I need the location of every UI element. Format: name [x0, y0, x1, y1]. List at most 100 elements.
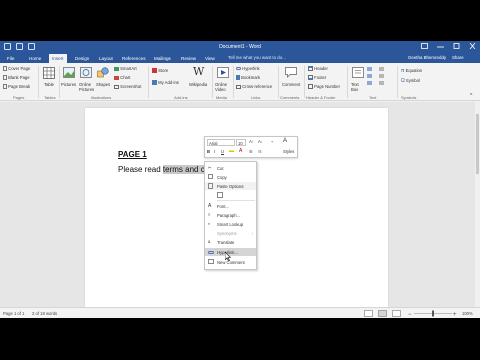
body-text: Please read — [118, 165, 163, 174]
zoom-slider-thumb[interactable] — [432, 310, 434, 317]
page-number-button[interactable]: Page Number — [308, 84, 340, 90]
font-color-icon[interactable]: A — [239, 148, 242, 154]
group-label-header-footer: Header & Footer — [306, 95, 336, 100]
table-icon — [43, 67, 55, 79]
tab-references[interactable]: References — [119, 54, 149, 63]
font-size-box[interactable]: 10 — [236, 139, 246, 146]
group-label-symbols: Symbols — [401, 95, 417, 100]
equation-button[interactable]: π Equation — [401, 68, 422, 74]
group-label-comments: Comments — [280, 95, 300, 100]
web-layout-icon[interactable] — [392, 310, 401, 317]
footer-icon — [308, 75, 313, 81]
my-addins-icon — [152, 80, 157, 86]
paste-icon — [208, 183, 213, 189]
tab-design[interactable]: Design — [72, 54, 92, 63]
svg-text:+: + — [453, 312, 457, 317]
ribbon-display-icon[interactable] — [421, 43, 428, 49]
group-label-tables: Tables — [44, 95, 56, 100]
user-name[interactable]: Geetha Bhemreddy — [408, 55, 446, 60]
vertical-scrollbar[interactable] — [475, 102, 480, 307]
close-icon[interactable] — [469, 43, 476, 49]
scrollbar-thumb[interactable] — [476, 114, 479, 174]
page-count[interactable]: Page 1 of 1 — [3, 311, 24, 316]
text-box-icon — [352, 67, 364, 78]
menu-item-cut[interactable]: ✂ Cut — [205, 164, 256, 172]
italic-button[interactable]: I — [214, 149, 215, 154]
bullets-icon[interactable]: ☰ — [249, 149, 253, 154]
view-buttons — [364, 310, 401, 317]
menu-item-synonyms[interactable]: Synonyms › — [205, 229, 256, 237]
screenshot-button[interactable]: Screenshot — [114, 84, 141, 89]
underline-button[interactable]: U — [221, 149, 224, 154]
zoom-slider[interactable]: − + — [408, 310, 458, 317]
share-button[interactable]: Share — [452, 55, 464, 60]
chart-button[interactable]: Chart — [114, 75, 130, 80]
svg-text:−: − — [408, 312, 412, 317]
comment-button[interactable]: Comment — [282, 82, 300, 87]
header-icon — [308, 66, 313, 72]
table-button[interactable]: Table — [44, 82, 54, 87]
hyperlink-button[interactable]: Hyperlink — [236, 66, 260, 71]
bookmark-button[interactable]: Bookmark — [236, 75, 260, 81]
grow-font-icon[interactable]: A↑ — [249, 139, 254, 144]
smartart-button[interactable]: SmartArt — [114, 66, 137, 71]
scissors-icon: ✂ — [208, 165, 212, 170]
shrink-font-icon[interactable]: A↓ — [258, 139, 263, 144]
word-count[interactable]: 3 of 18 words — [32, 311, 57, 316]
tab-home[interactable]: Home — [26, 54, 44, 63]
group-label-media: Media — [216, 95, 227, 100]
online-pictures-icon — [80, 67, 92, 78]
tab-insert[interactable]: Insert — [49, 54, 67, 63]
numbering-icon[interactable]: ☷ — [258, 149, 262, 154]
blank-page-button[interactable]: Blank Page — [3, 75, 30, 81]
wikipedia-button[interactable]: Wikipedia — [189, 82, 207, 87]
menu-item-paragraph[interactable]: ≡ Paragraph... — [205, 211, 256, 219]
header-button[interactable]: Header — [308, 66, 328, 72]
font-name-box[interactable]: Arial — [207, 139, 235, 146]
highlight-icon[interactable]: ▬ — [229, 148, 234, 154]
online-video-button[interactable]: Online Video — [215, 82, 231, 92]
menu-item-copy[interactable]: Copy — [205, 173, 256, 181]
minimize-icon[interactable] — [437, 43, 444, 49]
footer-button[interactable]: Footer — [308, 75, 326, 81]
store-button[interactable]: Store — [152, 68, 168, 74]
symbol-button[interactable]: Ω Symbol — [401, 78, 420, 84]
pictures-button[interactable]: Pictures — [61, 82, 76, 87]
maximize-icon[interactable] — [453, 43, 460, 49]
copy-icon — [208, 174, 213, 179]
page-break-button[interactable]: Page Break — [3, 84, 30, 90]
tab-file[interactable]: File — [4, 54, 17, 63]
group-label-addins: Add-ins — [174, 95, 188, 100]
collapse-ribbon-icon[interactable]: ^ — [470, 93, 472, 99]
format-painter-icon[interactable]: ⌁ — [271, 139, 274, 144]
styles-label[interactable]: Styles — [283, 149, 294, 154]
menu-item-translate[interactable]: a Translate — [205, 238, 256, 246]
hyperlink-icon — [208, 251, 214, 254]
tab-review[interactable]: Review — [178, 54, 199, 63]
synonyms-icon — [208, 230, 214, 236]
group-label-links: Links — [251, 95, 261, 100]
shapes-button[interactable]: Shapes — [96, 82, 110, 87]
ribbon-tabs: File Home Insert Design Layout Reference… — [0, 53, 480, 63]
cross-reference-button[interactable]: Cross-reference — [236, 84, 272, 89]
smartart-icon — [114, 66, 119, 71]
my-addins-button[interactable]: My Add-ins — [152, 80, 179, 86]
tab-layout[interactable]: Layout — [96, 54, 116, 63]
menu-item-paste-keep-text[interactable] — [205, 191, 256, 199]
print-layout-icon[interactable] — [378, 310, 387, 317]
tab-view[interactable]: View — [202, 54, 218, 63]
text-box-button[interactable]: Text Box — [351, 82, 363, 92]
tell-me-box[interactable]: Tell me what you want to do... — [228, 55, 286, 60]
menu-item-font[interactable]: A Font... — [205, 202, 256, 210]
hyperlink-icon — [236, 67, 241, 71]
zoom-level[interactable]: 100% — [462, 311, 473, 316]
cover-page-button[interactable]: Cover Page — [3, 66, 30, 72]
status-bar: Page 1 of 1 3 of 18 words − + 100% — [0, 307, 480, 318]
styles-icon[interactable]: A — [283, 138, 287, 144]
tab-mailings[interactable]: Mailings — [151, 54, 174, 63]
online-pictures-button[interactable]: Online Pictures — [79, 82, 96, 92]
shapes-icon — [97, 67, 109, 78]
read-mode-icon[interactable] — [364, 310, 373, 317]
menu-item-smart-lookup[interactable]: ⌕ Smart Lookup — [205, 220, 256, 228]
bold-button[interactable]: B — [207, 149, 210, 154]
